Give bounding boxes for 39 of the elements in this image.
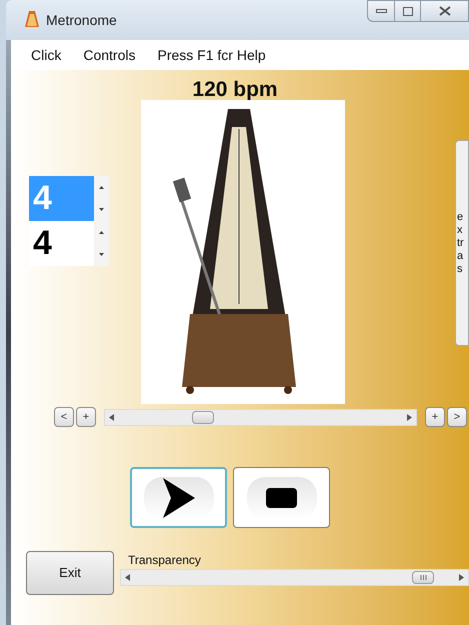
step-button[interactable]: > [447, 407, 467, 427]
window-title: Metronome [46, 11, 117, 30]
step-button[interactable]: + [76, 407, 96, 427]
panel-text: a [457, 250, 464, 262]
grip-icon [420, 575, 427, 580]
menu-item[interactable]: Controls [83, 44, 136, 66]
close-icon [438, 6, 450, 16]
maximize-button[interactable] [395, 0, 421, 22]
tempo-scrollbar[interactable] [104, 408, 417, 426]
tempo-display: 120 bpm [191, 77, 279, 100]
minimize-button[interactable] [367, 0, 395, 22]
stop-button[interactable] [233, 467, 330, 528]
left-arrow-icon [125, 574, 130, 581]
down-arrow-icon[interactable] [99, 253, 104, 256]
transparency-label: Transparency [127, 552, 202, 567]
step-button[interactable]: < [54, 407, 74, 427]
scroll-thumb[interactable] [412, 571, 434, 584]
close-button[interactable] [421, 0, 469, 22]
menu-item[interactable]: Press F1 fcr Help [157, 44, 266, 66]
beat-field[interactable]: 4 [29, 221, 94, 266]
play-icon [162, 478, 194, 518]
scroll-thumb[interactable] [192, 410, 214, 424]
up-arrow-icon[interactable] [99, 186, 104, 189]
panel-text: tr [457, 236, 465, 250]
right-arrow-icon [407, 414, 412, 420]
step-button[interactable]: + [425, 407, 445, 427]
up-arrow-icon[interactable] [99, 230, 104, 234]
play-button[interactable] [130, 467, 227, 528]
transparency-scrollbar[interactable] [120, 569, 469, 586]
right-arrow-icon [459, 574, 464, 581]
down-arrow-icon[interactable] [99, 208, 104, 212]
exit-button[interactable]: Exit [26, 551, 114, 595]
menu-item[interactable]: Click [31, 44, 62, 66]
panel-text: s [457, 262, 464, 276]
panel-text: e [457, 210, 464, 224]
metronome-icon [24, 10, 40, 28]
stop-icon [266, 488, 297, 508]
panel-text: x [457, 224, 464, 236]
left-arrow-icon [109, 414, 114, 420]
